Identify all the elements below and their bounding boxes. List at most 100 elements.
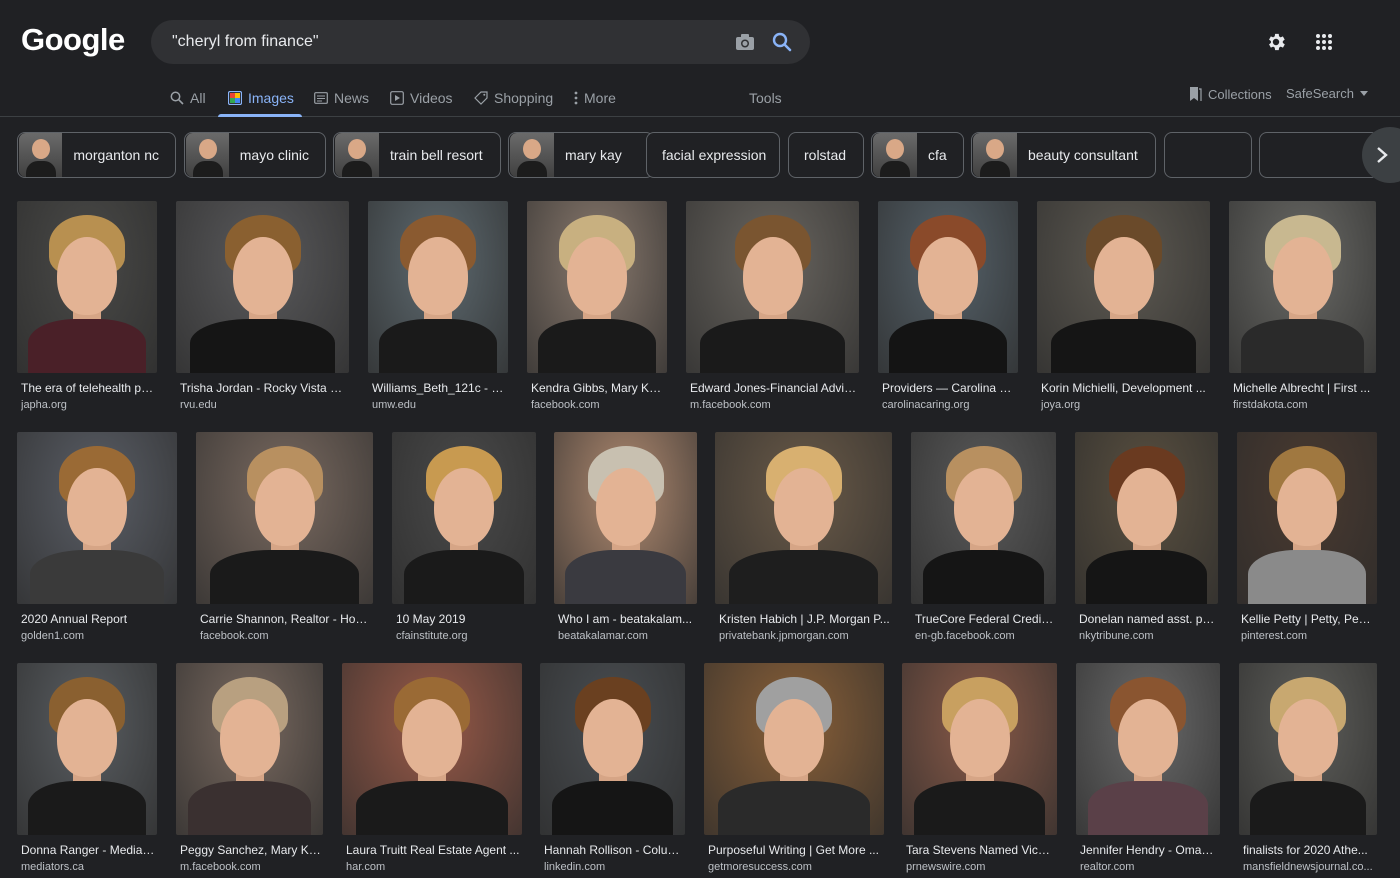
result-title[interactable]: Michelle Albrecht | First ...: [1233, 381, 1374, 395]
result-thumbnail[interactable]: [17, 201, 157, 373]
result-title[interactable]: Purposeful Writing | Get More ...: [708, 843, 882, 857]
result-title[interactable]: Korin Michielli, Development ...: [1041, 381, 1208, 395]
result-thumbnail[interactable]: [1229, 201, 1376, 373]
related-search-chip[interactable]: beauty consultant: [971, 132, 1156, 178]
result-source[interactable]: pinterest.com: [1241, 630, 1375, 642]
result-thumbnail[interactable]: [176, 201, 349, 373]
image-result[interactable]: Laura Truitt Real Estate Agent ... har.co…: [342, 663, 522, 878]
related-search-chip[interactable]: cfa: [871, 132, 964, 178]
tab-videos[interactable]: Videos: [390, 86, 453, 110]
image-result[interactable]: 2020 Annual Report golden1.com: [17, 432, 177, 647]
related-search-chip[interactable]: facial expression: [646, 132, 780, 178]
result-title[interactable]: 10 May 2019: [396, 612, 534, 626]
result-thumbnail[interactable]: [1037, 201, 1210, 373]
result-thumbnail[interactable]: [1075, 432, 1218, 604]
result-source[interactable]: joya.org: [1041, 399, 1208, 411]
result-thumbnail[interactable]: [1076, 663, 1220, 835]
result-source[interactable]: getmoresuccess.com: [708, 861, 882, 873]
image-result[interactable]: Edward Jones-Financial Advis... m.faceboo…: [686, 201, 859, 416]
result-source[interactable]: m.facebook.com: [690, 399, 857, 411]
result-thumbnail[interactable]: [368, 201, 508, 373]
image-result[interactable]: Korin Michielli, Development ... joya.org: [1037, 201, 1210, 416]
result-source[interactable]: mansfieldnewsjournal.co...: [1243, 861, 1375, 873]
image-result[interactable]: Donna Ranger - Mediat... mediators.ca: [17, 663, 157, 878]
related-search-chip[interactable]: mary kay: [508, 132, 654, 178]
search-input[interactable]: "cheryl from finance": [172, 33, 319, 51]
image-result[interactable]: Carrie Shannon, Realtor - Hom... facebook…: [196, 432, 373, 647]
result-thumbnail[interactable]: [196, 432, 373, 604]
result-thumbnail[interactable]: [686, 201, 859, 373]
result-thumbnail[interactable]: [1237, 432, 1377, 604]
search-box[interactable]: "cheryl from finance": [151, 20, 810, 64]
result-title[interactable]: Laura Truitt Real Estate Agent ...: [346, 843, 520, 857]
result-source[interactable]: realtor.com: [1080, 861, 1218, 873]
result-title[interactable]: Kellie Petty | Petty, Peo...: [1241, 612, 1375, 626]
result-title[interactable]: Kendra Gibbs, Mary Kay...: [531, 381, 665, 395]
result-source[interactable]: rvu.edu: [180, 399, 347, 411]
result-title[interactable]: The era of telehealth ph...: [21, 381, 155, 395]
result-title[interactable]: Donelan named asst. pri...: [1079, 612, 1216, 626]
result-source[interactable]: beatakalamar.com: [558, 630, 695, 642]
safesearch-button[interactable]: SafeSearch: [1286, 86, 1368, 101]
image-result[interactable]: Who I am - beatakalam... beatakalamar.com: [554, 432, 697, 647]
result-title[interactable]: Hannah Rollison - Colum...: [544, 843, 683, 857]
result-title[interactable]: finalists for 2020 Athe...: [1243, 843, 1375, 857]
result-title[interactable]: Donna Ranger - Mediat...: [21, 843, 155, 857]
result-thumbnail[interactable]: [715, 432, 892, 604]
apps-grid-icon[interactable]: [1312, 30, 1336, 54]
tab-shopping[interactable]: Shopping: [474, 86, 553, 110]
tab-all[interactable]: All: [170, 86, 206, 110]
tools-button[interactable]: Tools: [749, 86, 782, 110]
result-title[interactable]: Providers — Carolina C...: [882, 381, 1016, 395]
result-source[interactable]: facebook.com: [200, 630, 371, 642]
result-thumbnail[interactable]: [527, 201, 667, 373]
result-source[interactable]: japha.org: [21, 399, 155, 411]
image-result[interactable]: finalists for 2020 Athe... mansfieldnewsj…: [1239, 663, 1377, 878]
result-source[interactable]: linkedin.com: [544, 861, 683, 873]
image-result[interactable]: Donelan named asst. pri... nkytribune.com: [1075, 432, 1218, 647]
image-result[interactable]: Kellie Petty | Petty, Peo... pinterest.co…: [1237, 432, 1377, 647]
image-result[interactable]: Providers — Carolina C... carolinacaring.…: [878, 201, 1018, 416]
result-thumbnail[interactable]: [540, 663, 685, 835]
result-thumbnail[interactable]: [17, 432, 177, 604]
result-thumbnail[interactable]: [1239, 663, 1377, 835]
related-search-chip[interactable]: rolstad: [788, 132, 864, 178]
related-search-chip[interactable]: train bell resort: [333, 132, 501, 178]
image-result[interactable]: Trisha Jordan - Rocky Vista U... rvu.edu: [176, 201, 349, 416]
result-title[interactable]: Tara Stevens Named Vice ...: [906, 843, 1055, 857]
related-search-chip[interactable]: mayo clinic: [184, 132, 326, 178]
result-thumbnail[interactable]: [902, 663, 1057, 835]
result-source[interactable]: har.com: [346, 861, 520, 873]
result-source[interactable]: cfainstitute.org: [396, 630, 534, 642]
result-title[interactable]: 2020 Annual Report: [21, 612, 175, 626]
result-thumbnail[interactable]: [17, 663, 157, 835]
related-search-chip[interactable]: [1164, 132, 1252, 178]
tab-images[interactable]: Images: [228, 86, 294, 110]
result-source[interactable]: facebook.com: [531, 399, 665, 411]
result-source[interactable]: umw.edu: [372, 399, 506, 411]
result-thumbnail[interactable]: [176, 663, 323, 835]
result-title[interactable]: Kristen Habich | J.P. Morgan P...: [719, 612, 890, 626]
image-result[interactable]: Tara Stevens Named Vice ... prnewswire.co…: [902, 663, 1057, 878]
result-title[interactable]: Carrie Shannon, Realtor - Hom...: [200, 612, 371, 626]
result-title[interactable]: Williams_Beth_121c - D...: [372, 381, 506, 395]
result-source[interactable]: en-gb.facebook.com: [915, 630, 1054, 642]
related-search-chip[interactable]: morganton nc: [17, 132, 176, 178]
image-result[interactable]: Peggy Sanchez, Mary Ka... m.facebook.com: [176, 663, 323, 878]
image-result[interactable]: Kristen Habich | J.P. Morgan P... private…: [715, 432, 892, 647]
related-search-chip[interactable]: [1259, 132, 1379, 178]
result-thumbnail[interactable]: [704, 663, 884, 835]
image-result[interactable]: Michelle Albrecht | First ... firstdakota…: [1229, 201, 1376, 416]
result-source[interactable]: prnewswire.com: [906, 861, 1055, 873]
google-logo[interactable]: Google: [21, 22, 125, 58]
result-thumbnail[interactable]: [911, 432, 1056, 604]
result-source[interactable]: privatebank.jpmorgan.com: [719, 630, 890, 642]
tab-news[interactable]: News: [314, 86, 369, 110]
image-result[interactable]: Purposeful Writing | Get More ... getmore…: [704, 663, 884, 878]
collections-button[interactable]: Collections: [1188, 86, 1272, 102]
image-result[interactable]: Williams_Beth_121c - D... umw.edu: [368, 201, 508, 416]
result-source[interactable]: golden1.com: [21, 630, 175, 642]
result-thumbnail[interactable]: [878, 201, 1018, 373]
result-thumbnail[interactable]: [554, 432, 697, 604]
result-source[interactable]: mediators.ca: [21, 861, 155, 873]
